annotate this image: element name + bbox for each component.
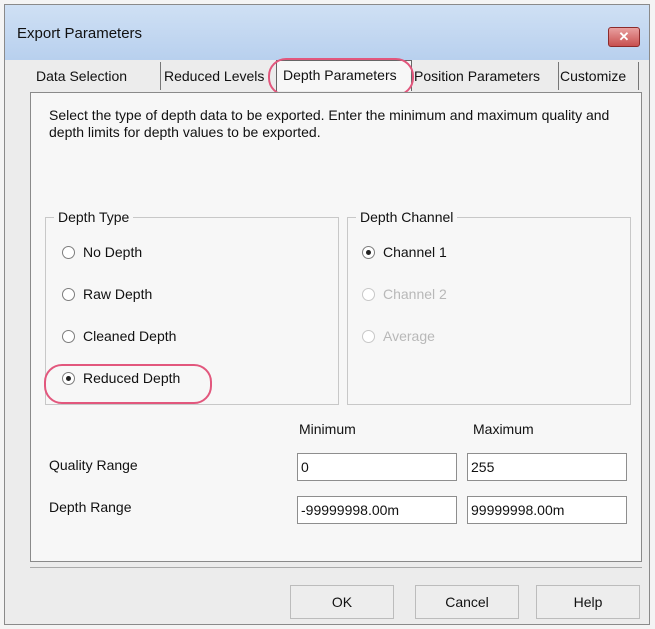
maximum-header: Maximum [473,421,534,437]
radio-icon [62,245,75,259]
quality-max-input[interactable]: 255 [467,453,627,481]
radio-channel-1[interactable]: Channel 1 [362,244,447,264]
depth-channel-group: Depth Channel Channel 1 Channel 2 Averag… [347,209,631,405]
depth-max-input[interactable]: 99999998.00m [467,496,627,524]
dialog-title: Export Parameters [17,25,143,42]
depth-min-input[interactable]: -99999998.00m [297,496,457,524]
depth-range-label: Depth Range [49,499,132,515]
radio-label: Channel 1 [383,244,447,260]
radio-no-depth[interactable]: No Depth [62,244,142,264]
radio-raw-depth[interactable]: Raw Depth [62,286,152,306]
radio-icon [362,329,375,343]
tab-customize[interactable]: Customize [554,62,639,90]
tab-position-parameters[interactable]: Position Parameters [408,62,559,90]
minimum-header: Minimum [299,421,356,437]
radio-icon [362,287,375,301]
help-button[interactable]: Help [536,585,640,619]
title-bar[interactable]: Export Parameters ✕ [5,5,649,60]
radio-label: Raw Depth [83,286,153,302]
radio-label: No Depth [83,244,143,260]
depth-parameters-panel: Select the type of depth data to be expo… [30,92,642,562]
ok-button[interactable]: OK [290,585,394,619]
radio-label: Channel 2 [383,286,447,302]
tab-highlight-ellipse [268,58,414,96]
tab-reduced-levels[interactable]: Reduced Levels [158,62,281,90]
radio-cleaned-depth[interactable]: Cleaned Depth [62,328,176,348]
radio-channel-2: Channel 2 [362,286,447,306]
cancel-button[interactable]: Cancel [415,585,519,619]
quality-min-input[interactable]: 0 [297,453,457,481]
tab-data-selection[interactable]: Data Selection [30,62,161,90]
instructions-text: Select the type of depth data to be expo… [49,107,610,140]
radio-icon [62,287,75,301]
button-separator [30,567,642,568]
radio-selected-icon [362,245,375,259]
depth-channel-title: Depth Channel [356,209,458,225]
quality-range-label: Quality Range [49,457,138,473]
radio-icon [62,329,75,343]
depth-type-title: Depth Type [54,209,134,225]
reduced-depth-highlight-ellipse [44,364,212,404]
radio-average: Average [362,328,435,348]
close-icon[interactable]: ✕ [608,27,640,47]
radio-label: Cleaned Depth [83,328,177,344]
radio-label: Average [383,328,435,344]
